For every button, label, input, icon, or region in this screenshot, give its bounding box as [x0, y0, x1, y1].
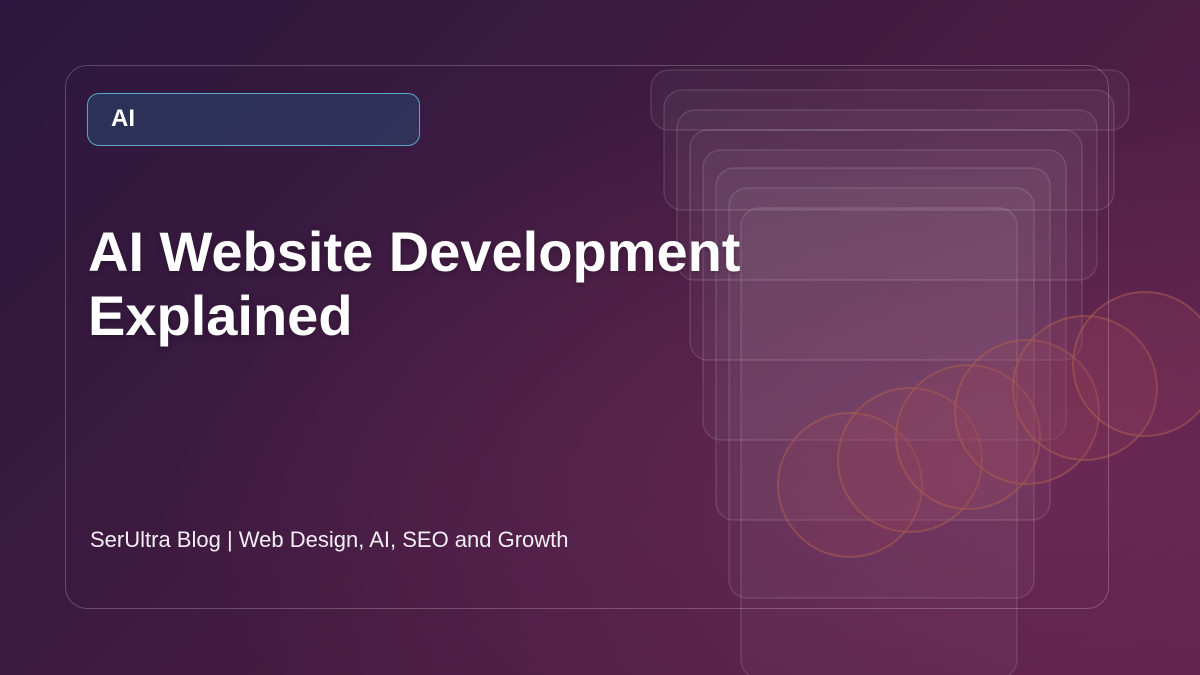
- title-line-1: AI Website Development: [88, 220, 741, 283]
- title-line-2: Explained: [88, 284, 353, 347]
- page-title: AI Website Development Explained: [88, 220, 848, 348]
- blog-byline: SerUltra Blog | Web Design, AI, SEO and …: [90, 527, 569, 552]
- hero-banner: AI AI Website Development Explained SerU…: [0, 0, 1200, 675]
- category-tag: AI: [87, 93, 420, 146]
